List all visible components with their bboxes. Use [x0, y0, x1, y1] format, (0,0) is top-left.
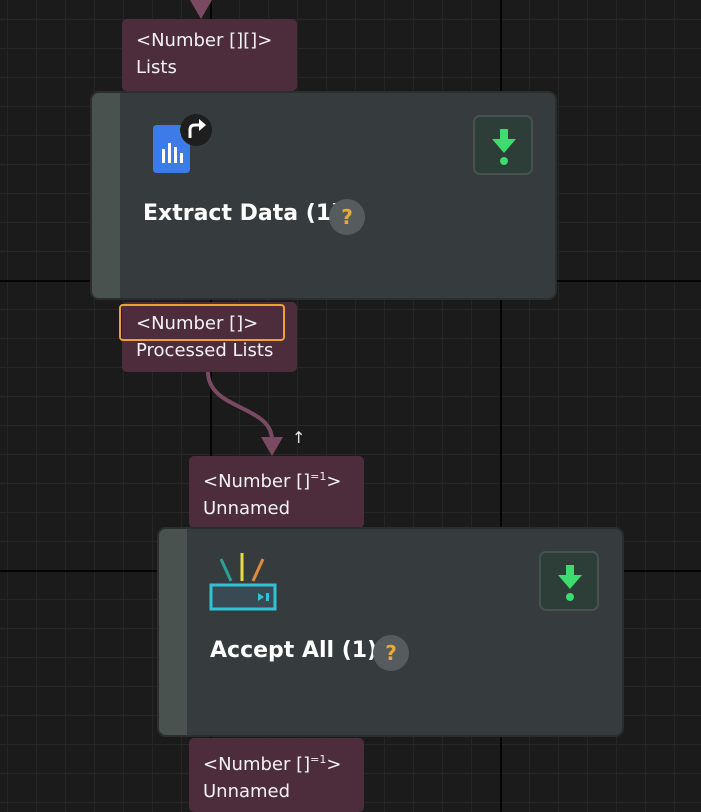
top-incoming-arrowhead	[190, 0, 212, 19]
port-type-label: <Number []=1>	[203, 470, 342, 492]
extract-to-accept-connector[interactable]	[206, 371, 274, 441]
selected-port-type-highlight	[119, 304, 285, 341]
port-type-label: <Number [][]>	[136, 30, 273, 51]
port-name: Unnamed	[203, 781, 291, 802]
download-icon	[558, 565, 582, 601]
router-signal-icon	[209, 551, 279, 613]
port-name: Processed Lists	[136, 340, 274, 361]
accept-all-node[interactable]: Accept All (1) ?	[157, 527, 624, 737]
extract-to-accept-arrowhead	[261, 437, 283, 456]
help-icon[interactable]: ?	[373, 635, 409, 671]
download-icon	[492, 129, 516, 165]
accept-output-port[interactable]: <Number []=1> Unnamed	[189, 738, 364, 812]
node-side-strip	[159, 529, 187, 735]
extract-data-node[interactable]: Extract Data (1) ?	[90, 91, 557, 300]
port-type-label: <Number []=1>	[203, 753, 342, 775]
download-button[interactable]	[539, 551, 599, 611]
connection-marker: ↑	[292, 428, 306, 447]
port-name: Unnamed	[203, 498, 291, 519]
extract-input-port[interactable]: <Number [][]> Lists	[122, 19, 297, 91]
help-icon[interactable]: ?	[329, 199, 365, 235]
port-name: Lists	[136, 57, 177, 78]
node-side-strip	[92, 93, 120, 298]
node-title: Extract Data (1)	[143, 201, 342, 226]
node-title: Accept All (1)	[210, 638, 378, 663]
accept-input-port[interactable]: <Number []=1> Unnamed	[189, 456, 364, 528]
arrow-up-icon	[179, 113, 213, 147]
download-button[interactable]	[473, 115, 533, 175]
